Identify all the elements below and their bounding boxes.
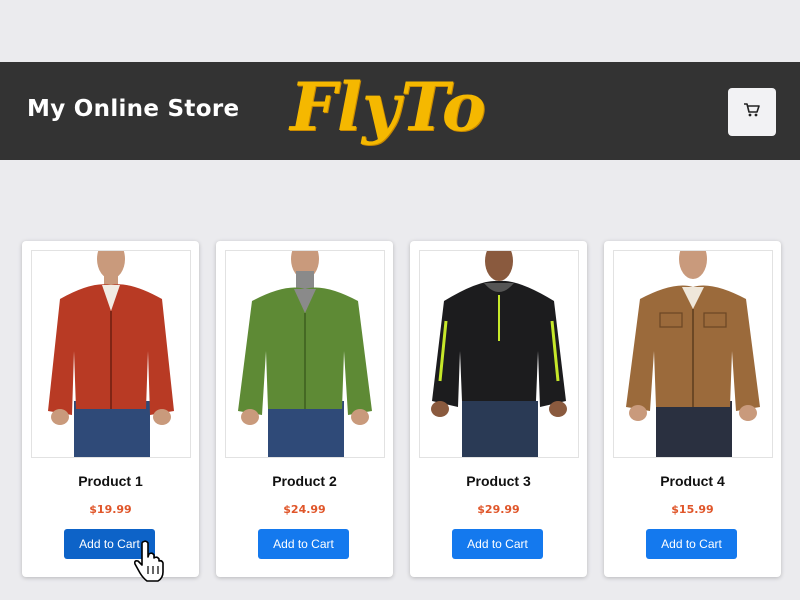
add-to-cart-button[interactable]: Add to Cart xyxy=(258,529,349,559)
brand-logo: FlyTo xyxy=(290,68,486,146)
add-to-cart-button[interactable]: Add to Cart xyxy=(646,529,737,559)
product-name[interactable]: Product 2 xyxy=(216,473,393,489)
product-price: $15.99 xyxy=(671,503,714,516)
product-card: Product 2 $24.99 Add to Cart xyxy=(216,241,393,577)
product-name[interactable]: Product 3 xyxy=(410,473,587,489)
cart-button[interactable] xyxy=(728,88,776,136)
product-image[interactable] xyxy=(419,250,579,458)
add-to-cart-button[interactable]: Add to Cart xyxy=(64,529,155,559)
product-name[interactable]: Product 4 xyxy=(604,473,781,489)
product-card: Product 4 $15.99 Add to Cart xyxy=(604,241,781,577)
product-name[interactable]: Product 1 xyxy=(22,473,199,489)
product-image[interactable] xyxy=(225,250,385,458)
store-name[interactable]: My Online Store xyxy=(27,96,239,122)
product-price: $29.99 xyxy=(477,503,520,516)
product-price: $24.99 xyxy=(283,503,326,516)
shopping-cart-icon xyxy=(743,102,761,122)
product-image[interactable] xyxy=(613,250,773,458)
product-image[interactable] xyxy=(31,250,191,458)
site-header: My Online Store FlyTo xyxy=(0,62,800,160)
product-card: Product 3 $29.99 Add to Cart xyxy=(410,241,587,577)
product-price: $19.99 xyxy=(89,503,132,516)
product-grid: Product 1 $19.99 Add to Cart Product 2 $… xyxy=(22,241,782,578)
add-to-cart-button[interactable]: Add to Cart xyxy=(452,529,543,559)
product-card: Product 1 $19.99 Add to Cart xyxy=(22,241,199,577)
